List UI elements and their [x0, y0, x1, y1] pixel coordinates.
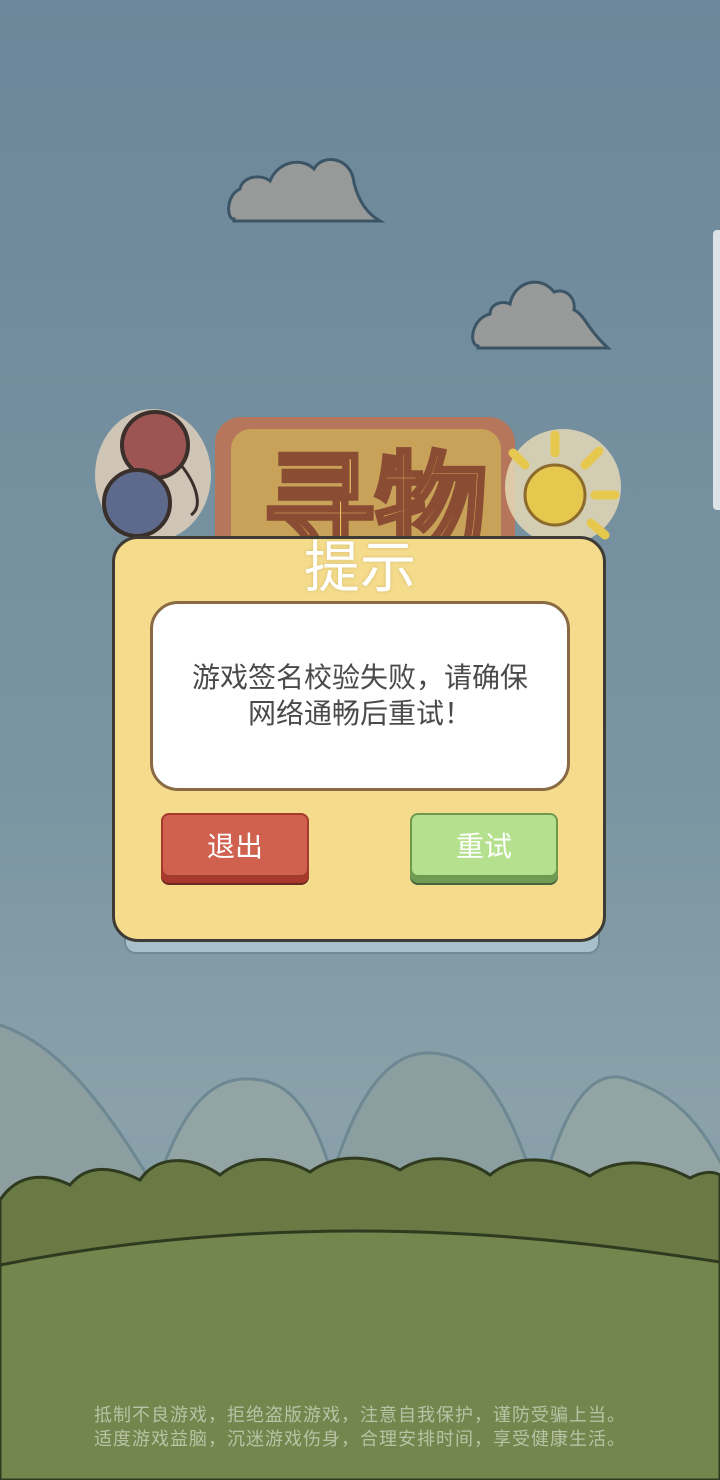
health-notice: 抵制不良游戏，拒绝盗版游戏，注意自我保护，谨防受骗上当。 适度游戏益脑，沉迷游戏… [0, 1404, 720, 1452]
cloud-icon [227, 158, 386, 223]
exit-button[interactable]: 退出 [161, 813, 309, 877]
message-box: 游戏签名校验失败，请确保网络通畅后重试！ [150, 601, 570, 791]
game-background: 寻物 抵制不良游戏，拒绝盗版游戏，注意自我保护，谨防受骗上当。 适度游戏益脑，沉… [0, 0, 720, 1480]
side-handle[interactable] [713, 230, 720, 510]
health-notice-line1: 抵制不良游戏，拒绝盗版游戏，注意自我保护，谨防受骗上当。 [94, 1405, 626, 1426]
cloud-icon [471, 280, 612, 350]
retry-button[interactable]: 重试 [410, 813, 558, 877]
health-notice-line2: 适度游戏益脑，沉迷游戏伤身，合理安排时间，享受健康生活。 [94, 1429, 626, 1450]
dialog-title: 提示 [304, 536, 416, 601]
dialog-message: 游戏签名校验失败，请确保网络通畅后重试！ [191, 661, 528, 730]
